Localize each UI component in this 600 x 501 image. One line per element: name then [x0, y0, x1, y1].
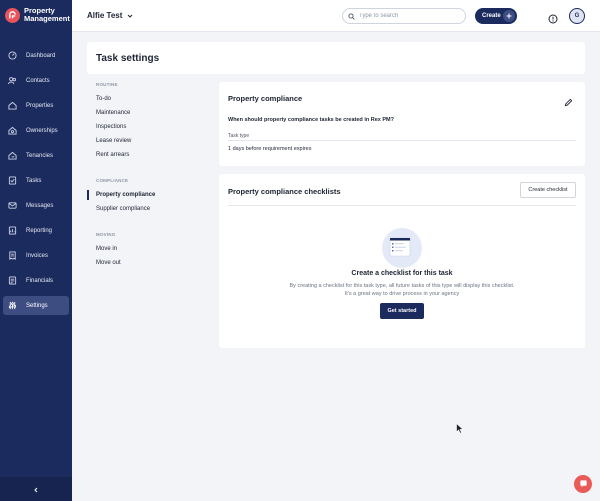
dashboard-icon [8, 51, 17, 60]
subnav-item-label: Lease review [96, 138, 132, 144]
avatar[interactable]: G [569, 8, 585, 24]
task-type-value: 1 days before requirement expires [228, 146, 312, 152]
page-title-bar: Task settings [87, 42, 585, 74]
contacts-icon [8, 76, 17, 85]
sidebar-item-messages[interactable]: Messages [3, 196, 69, 215]
search-input[interactable] [359, 13, 459, 19]
page-title: Task settings [96, 53, 160, 64]
sidebar: Property Management Dashboard Contacts P… [0, 0, 72, 501]
sliders-icon [8, 301, 17, 310]
task-type-label: Task type [228, 133, 250, 139]
account-switcher[interactable]: Alfie Test [87, 11, 133, 20]
subnav-item-inspections[interactable]: Inspections [87, 121, 211, 133]
sidebar-item-financials[interactable]: Financials [3, 271, 69, 290]
plus-icon [503, 10, 515, 22]
subnav-item-label: Property compliance [96, 192, 156, 198]
subnav-group-title-compliance: COMPLIANCE [96, 178, 129, 183]
financials-icon [8, 276, 17, 285]
create-button[interactable]: Create [475, 8, 517, 24]
sidebar-item-invoices[interactable]: Invoices [3, 246, 69, 265]
rex-logo-icon [5, 7, 20, 23]
top-header: Alfie Test Create G [72, 0, 600, 32]
sidebar-item-reporting[interactable]: Reporting [3, 221, 69, 240]
invoice-icon [8, 251, 17, 260]
divider [228, 140, 576, 141]
create-checklist-button[interactable]: Create checklist [520, 182, 576, 198]
empty-state-title: Create a checklist for this task [351, 270, 453, 277]
sidebar-item-dashboard[interactable]: Dashboard [3, 46, 69, 65]
search-box [342, 8, 466, 24]
chevron-down-icon [127, 13, 133, 19]
mouse-pointer-icon [456, 421, 464, 434]
sidebar-item-label: Settings [26, 302, 48, 309]
chat-icon [579, 475, 588, 493]
create-button-label: Create [482, 13, 501, 19]
panel-title: Property compliance [228, 94, 303, 103]
subnav-item-maintenance[interactable]: Maintenance [87, 107, 211, 119]
divider [228, 205, 576, 206]
sidebar-item-label: Tenancies [26, 152, 54, 159]
avatar-initial: G [574, 13, 580, 19]
subnav-item-rent-arrears[interactable]: Rent arrears [87, 149, 211, 161]
sidebar-item-label: Dashboard [26, 52, 56, 59]
empty-state-description: By creating a checklist for this task ty… [289, 283, 515, 297]
help-icon[interactable] [548, 11, 558, 24]
sidebar-item-label: Ownerships [26, 127, 58, 134]
edit-pencil-icon[interactable] [564, 94, 573, 107]
sidebar-item-contacts[interactable]: Contacts [3, 71, 69, 90]
compliance-question: When should property compliance tasks be… [228, 117, 394, 123]
subnav-item-label: Rent arrears [96, 152, 130, 158]
sidebar-item-label: Reporting [26, 227, 53, 234]
sidebar-collapse-button[interactable] [0, 477, 72, 501]
create-checklist-label: Create checklist [528, 187, 568, 193]
subnav-item-label: To-do [96, 96, 112, 102]
sidebar-item-label: Messages [26, 202, 54, 209]
subnav-item-label: Move out [96, 260, 121, 266]
get-started-button[interactable]: Get started [380, 303, 424, 319]
sidebar-item-label: Contacts [26, 77, 50, 84]
tasks-icon [8, 176, 17, 185]
subnav-group-title-moving: MOVING [96, 232, 116, 237]
chevron-left-icon [33, 480, 39, 498]
sidebar-item-label: Tasks [26, 177, 42, 184]
subnav-group-title-routine: ROUTINE [96, 82, 118, 87]
envelope-icon [8, 201, 17, 210]
ownership-icon [8, 126, 17, 135]
brand-name: Property Management [24, 7, 70, 23]
subnav-item-label: Move in [96, 246, 118, 252]
sidebar-item-ownerships[interactable]: Ownerships [3, 121, 69, 140]
subnav-item-label: Supplier compliance [96, 206, 151, 212]
subnav-item-move-in[interactable]: Move in [87, 243, 211, 255]
chat-widget-button[interactable] [574, 475, 592, 493]
subnav-item-move-out[interactable]: Move out [87, 257, 211, 269]
sidebar-item-tenancies[interactable]: Tenancies [3, 146, 69, 165]
report-icon [8, 226, 17, 235]
subnav-item-supplier-compliance[interactable]: Supplier compliance [87, 203, 211, 215]
brand[interactable]: Property Management [5, 7, 70, 23]
sidebar-item-label: Financials [26, 277, 54, 284]
subnav-item-lease-review[interactable]: Lease review [87, 135, 211, 147]
sidebar-item-properties[interactable]: Properties [3, 96, 69, 115]
sidebar-item-tasks[interactable]: Tasks [3, 171, 69, 190]
search-icon [348, 12, 355, 20]
property-compliance-checklists-panel: Property compliance checklists Create ch… [219, 174, 585, 348]
house-icon [8, 101, 17, 110]
account-name: Alfie Test [87, 11, 123, 20]
subnav-item-label: Inspections [96, 124, 127, 130]
sidebar-item-label: Invoices [26, 252, 49, 259]
get-started-label: Get started [387, 308, 417, 314]
sidebar-item-label: Properties [26, 102, 54, 109]
subnav-item-property-compliance[interactable]: Property compliance [87, 189, 211, 201]
brand-name-line2: Management [24, 14, 70, 23]
panel-title: Property compliance checklists [228, 187, 341, 196]
subnav-item-todo[interactable]: To-do [87, 93, 211, 105]
sidebar-item-settings[interactable]: Settings [3, 296, 69, 315]
property-compliance-panel: Property compliance When should property… [219, 82, 585, 166]
key-icon [8, 151, 17, 160]
checklist-illustration-icon [382, 228, 422, 268]
subnav-item-label: Maintenance [96, 110, 131, 116]
